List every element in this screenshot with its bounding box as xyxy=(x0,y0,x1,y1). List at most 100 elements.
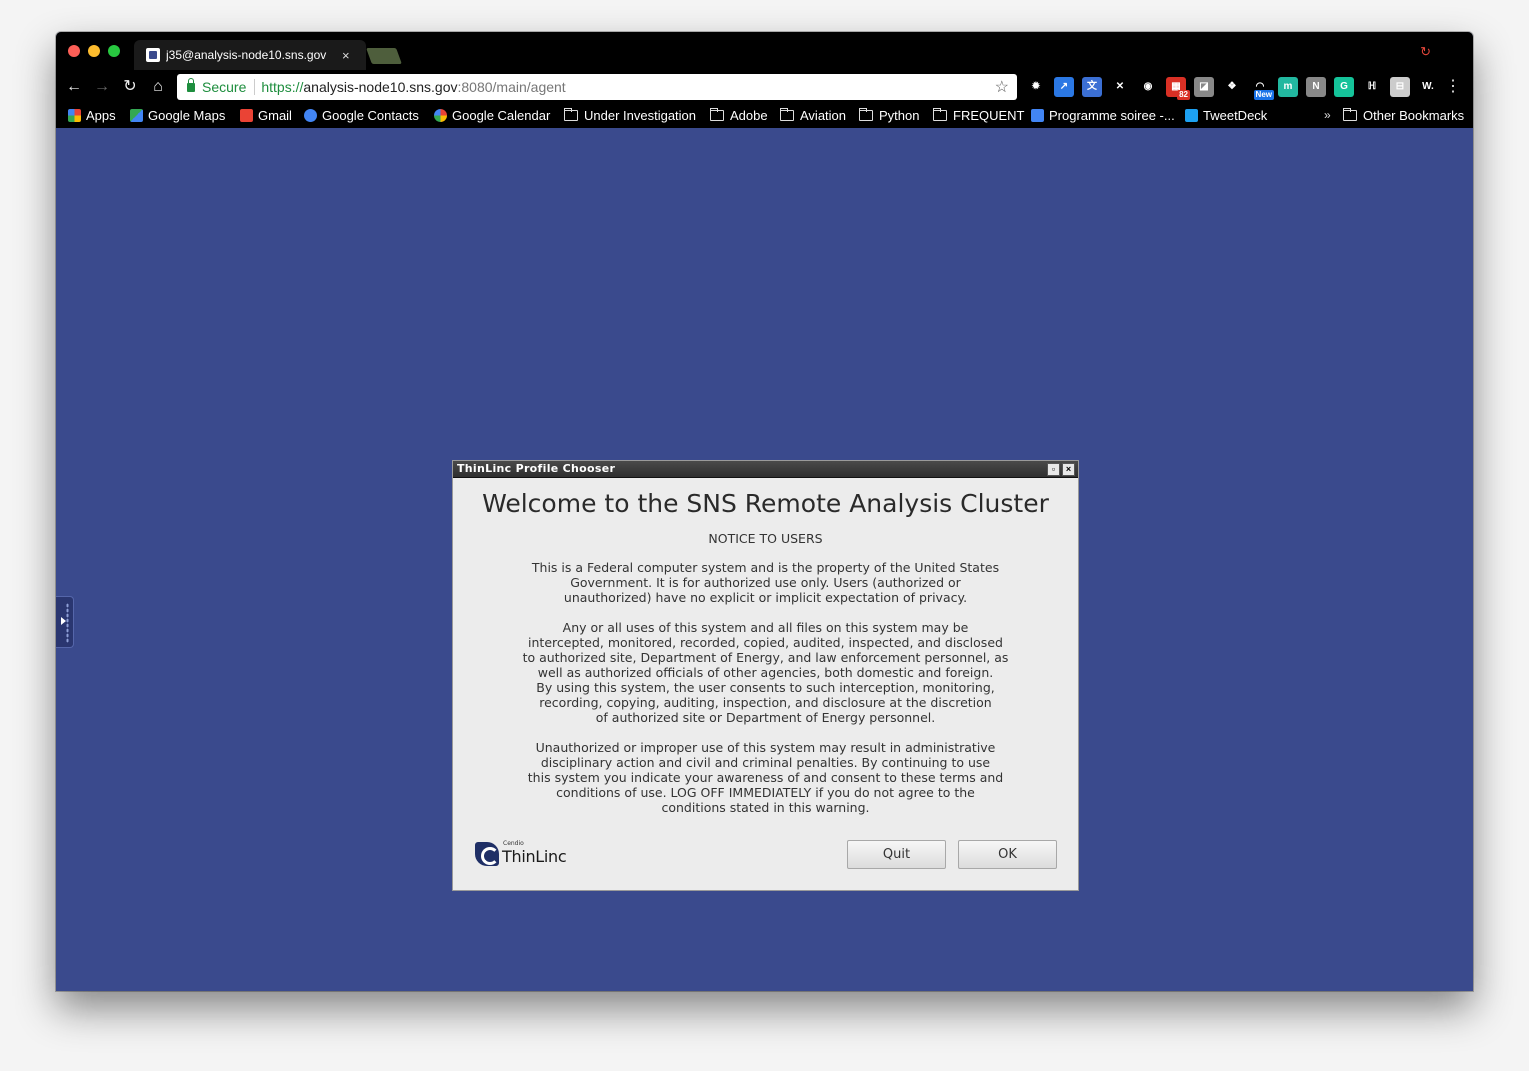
bookmark-other-bookmarks[interactable]: Other Bookmarks xyxy=(1343,108,1464,123)
dialog-title: ThinLinc Profile Chooser xyxy=(457,462,616,475)
bookmarks-overflow-icon[interactable]: » xyxy=(1324,108,1331,122)
minimize-window-button[interactable] xyxy=(88,45,100,57)
folder-icon xyxy=(933,108,947,121)
url-path: :8080/main/agent xyxy=(457,79,566,95)
expand-icon[interactable]: ↗ xyxy=(1054,77,1074,97)
dropbox-icon[interactable]: ❖ xyxy=(1222,77,1242,97)
extension-badge: New xyxy=(1253,90,1274,100)
bookmark-programme-soiree[interactable]: Programme soiree -... xyxy=(1031,108,1175,123)
address-bar[interactable]: Secure https:// analysis-node10.sns.gov … xyxy=(177,74,1017,100)
menu-icon[interactable]: ⋮ xyxy=(1445,76,1461,96)
google-icon xyxy=(434,109,447,122)
bookmark-label: Google Calendar xyxy=(452,108,551,123)
box-icon[interactable]: ⊟ xyxy=(1390,77,1410,97)
bookmark-label: Under Investigation xyxy=(584,108,697,123)
calendar-badge-icon[interactable]: ▦ 82 xyxy=(1166,77,1190,100)
mercury-icon[interactable]: m xyxy=(1278,77,1298,97)
extension-badge: 82 xyxy=(1177,90,1190,100)
bookmark-label: Apps xyxy=(86,108,116,123)
bookmark-google-contacts[interactable]: Google Contacts xyxy=(304,108,419,123)
zoom-window-button[interactable] xyxy=(108,45,120,57)
bookmark-aviation[interactable]: Aviation xyxy=(780,108,846,123)
reload-icon[interactable]: ↻ xyxy=(120,77,140,97)
address-separator xyxy=(254,79,256,95)
browser-window: j35@analysis-node10.sns.gov × ↻ ← → ↻ ⌂ … xyxy=(56,32,1473,991)
lock-icon[interactable] xyxy=(187,77,195,92)
doc-icon xyxy=(1031,109,1044,122)
close-window-button[interactable] xyxy=(68,45,80,57)
forward-icon[interactable]: → xyxy=(92,77,112,97)
bookmark-python[interactable]: Python xyxy=(859,108,919,123)
bookmarks-bar: » Other Bookmarks Apps Google Maps Gmail Go… xyxy=(56,104,1473,128)
bookmark-google-calendar[interactable]: Google Calendar xyxy=(434,108,550,123)
url-host: analysis-node10.sns.gov xyxy=(303,79,458,95)
browser-titlebar: j35@analysis-node10.sns.gov × ↻ xyxy=(56,32,1473,70)
bookmark-label: Aviation xyxy=(800,108,847,123)
close-icon[interactable]: × xyxy=(1062,463,1075,476)
maps-icon xyxy=(130,109,143,122)
thinlinc-logo-icon xyxy=(475,842,499,866)
translate-icon[interactable]: 文 xyxy=(1082,77,1102,97)
maximize-icon[interactable]: ▫ xyxy=(1047,463,1060,476)
gear-icon[interactable]: ✹ xyxy=(1026,77,1046,97)
thinlinc-logo: Cendio ThinLinc xyxy=(475,840,575,868)
sync-icon[interactable]: ↻ xyxy=(1420,44,1431,60)
url-scheme: https:// xyxy=(261,79,304,95)
bookmark-label: Google Maps xyxy=(148,108,226,123)
tab-favicon-icon xyxy=(146,48,160,62)
side-panel-handle[interactable] xyxy=(56,596,74,648)
bookmark-label: Other Bookmarks xyxy=(1363,108,1465,123)
remote-desktop[interactable]: ThinLinc Profile Chooser ▫ × Welcome to … xyxy=(56,128,1473,991)
bookmark-tweetdeck[interactable]: TweetDeck xyxy=(1185,108,1267,123)
w-icon[interactable]: W. xyxy=(1418,77,1438,97)
folder-icon xyxy=(780,108,794,121)
folder-icon xyxy=(1343,108,1357,121)
notice-paragraph-2: Any or all uses of this system and all f… xyxy=(522,620,1009,725)
reader-icon[interactable]: N xyxy=(1306,77,1326,97)
note-icon[interactable]: ◪ xyxy=(1194,77,1214,97)
bookmark-star-icon[interactable]: ☆ xyxy=(995,77,1009,97)
notice-heading: NOTICE TO USERS xyxy=(708,531,823,546)
bookmark-label: Adobe xyxy=(730,108,768,123)
logo-vendor: Cendio xyxy=(503,840,524,847)
tweetdeck-icon xyxy=(1185,109,1198,122)
notice-paragraph-3: Unauthorized or improper use of this sys… xyxy=(527,740,1004,815)
bookmark-label: FREQUENT xyxy=(953,108,1025,123)
bookmark-gmail[interactable]: Gmail xyxy=(240,108,292,123)
grip-icon xyxy=(66,603,69,643)
back-icon[interactable]: ← xyxy=(64,77,84,97)
clipper-icon[interactable]: ℍ xyxy=(1362,77,1382,97)
dialog-titlebar[interactable]: ThinLinc Profile Chooser ▫ × xyxy=(453,461,1078,478)
ok-button[interactable]: OK xyxy=(958,840,1057,869)
blocker-icon[interactable]: ✕ xyxy=(1110,77,1130,97)
bookmark-label: TweetDeck xyxy=(1203,108,1268,123)
bookmark-frequent[interactable]: FREQUENT xyxy=(933,108,1025,123)
folder-icon xyxy=(564,108,578,121)
secure-label[interactable]: Secure xyxy=(202,79,246,95)
new-tab-button[interactable] xyxy=(366,48,402,64)
gmail-icon xyxy=(240,109,253,122)
extension-icons: ✹ ↗ 文 ✕ ◉ ▦ 82 ◪ ❖ ◠ New m N G ℍ ⊟ W. xyxy=(1026,77,1438,100)
grammarly-icon[interactable]: G xyxy=(1334,77,1354,97)
logo-text: ThinLinc xyxy=(502,847,567,866)
notice-paragraph-1: This is a Federal computer system and is… xyxy=(531,560,1000,605)
welcome-heading: Welcome to the SNS Remote Analysis Clust… xyxy=(482,489,1049,518)
lastpass-icon[interactable]: ◉ xyxy=(1138,77,1158,97)
quit-button[interactable]: Quit xyxy=(847,840,946,869)
tab-title: j35@analysis-node10.sns.gov xyxy=(166,48,327,62)
bookmark-under-investigation[interactable]: Under Investigation xyxy=(564,108,696,123)
rainbow-icon[interactable]: ◠ New xyxy=(1250,77,1274,100)
tab-close-icon[interactable]: × xyxy=(342,48,350,63)
browser-toolbar: ← → ↻ ⌂ Secure https:// analysis-node10.… xyxy=(56,70,1473,104)
bookmark-label: Python xyxy=(879,108,920,123)
bookmark-label: Programme soiree -... xyxy=(1049,108,1175,123)
bookmark-apps[interactable]: Apps xyxy=(68,108,116,123)
folder-icon xyxy=(859,108,873,121)
folder-icon xyxy=(710,108,724,121)
bookmark-label: Gmail xyxy=(258,108,292,123)
bookmark-google-maps[interactable]: Google Maps xyxy=(130,108,225,123)
home-icon[interactable]: ⌂ xyxy=(148,77,168,97)
apps-grid-icon xyxy=(68,109,81,122)
active-tab-content[interactable]: j35@analysis-node10.sns.gov × xyxy=(146,40,362,70)
bookmark-adobe[interactable]: Adobe xyxy=(710,108,768,123)
